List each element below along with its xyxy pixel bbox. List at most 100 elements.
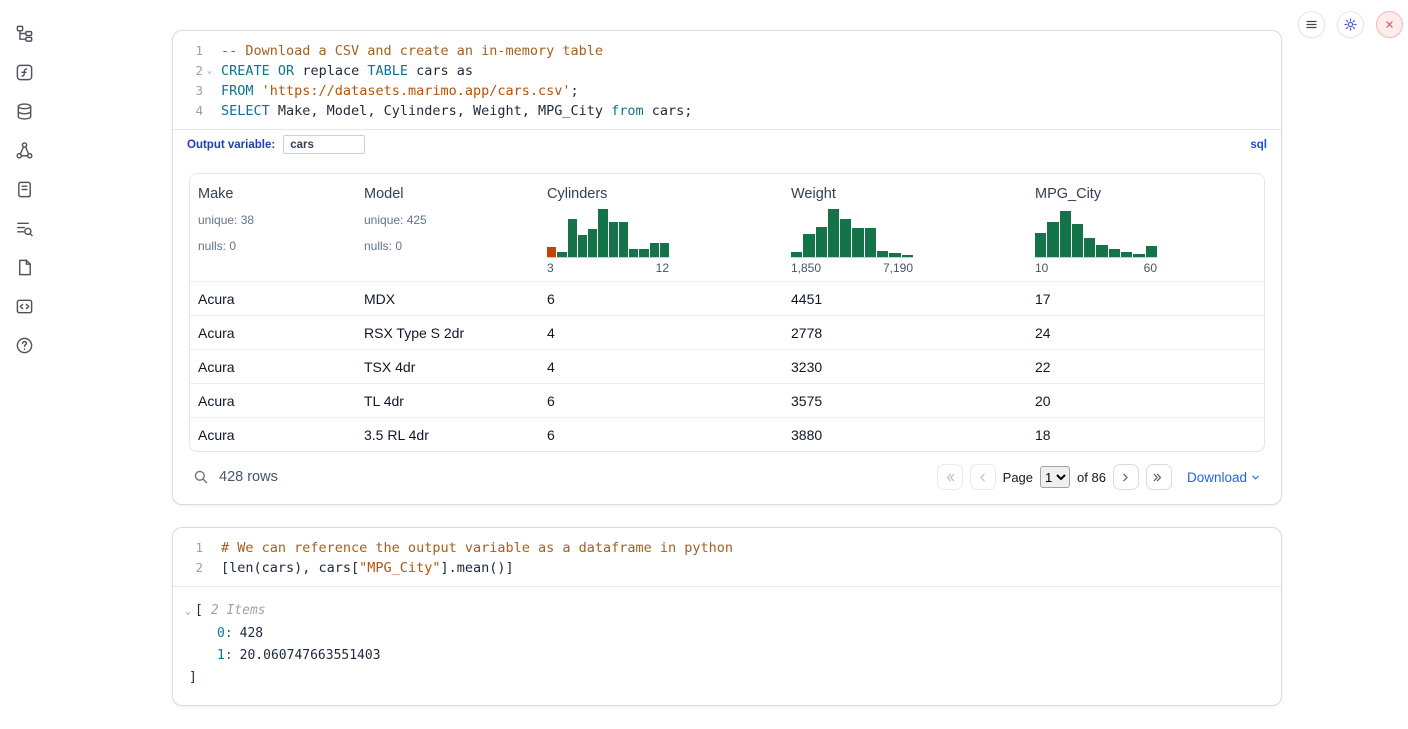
table-row[interactable]: Acura3.5 RL 4dr6388018 bbox=[190, 417, 1264, 451]
table-cell: 20 bbox=[1027, 384, 1264, 417]
column-stat: nulls: 0 bbox=[364, 238, 531, 254]
table-cell: 4 bbox=[539, 316, 783, 349]
logs-icon[interactable] bbox=[13, 217, 35, 239]
entry-value: 20.060747663551403 bbox=[240, 645, 381, 667]
histogram-bar[interactable] bbox=[1035, 233, 1046, 257]
table-row[interactable]: AcuraMDX6445117 bbox=[190, 281, 1264, 315]
code-line: 2⌄CREATE OR replace TABLE cars as bbox=[175, 61, 1271, 81]
histogram-bar[interactable] bbox=[588, 229, 597, 257]
column-header-model[interactable]: Modelunique: 425nulls: 0 bbox=[356, 174, 539, 281]
collapse-chevron-icon[interactable]: ⌄ bbox=[181, 601, 195, 623]
column-header-make[interactable]: Makeunique: 38nulls: 0 bbox=[190, 174, 356, 281]
column-header-weight[interactable]: Weight1,8507,190 bbox=[783, 174, 1027, 281]
histogram-bar[interactable] bbox=[619, 222, 628, 257]
scratchpad-icon[interactable] bbox=[13, 178, 35, 200]
functions-icon[interactable] bbox=[13, 61, 35, 83]
database-icon[interactable] bbox=[13, 100, 35, 122]
hamburger-icon bbox=[1304, 17, 1319, 32]
table-cell: 3.5 RL 4dr bbox=[356, 418, 539, 451]
open-bracket: [ bbox=[195, 600, 203, 622]
snippets-icon[interactable] bbox=[13, 295, 35, 317]
histogram-bar[interactable] bbox=[568, 219, 577, 257]
search-icon[interactable] bbox=[193, 469, 209, 485]
output-variable-input[interactable] bbox=[283, 135, 365, 154]
download-button[interactable]: Download bbox=[1187, 470, 1261, 485]
column-stat: nulls: 0 bbox=[198, 238, 348, 254]
first-page-button[interactable] bbox=[937, 464, 963, 490]
previous-page-button[interactable] bbox=[970, 464, 996, 490]
histogram-bar[interactable] bbox=[639, 249, 648, 257]
histogram-axis-labels: 1060 bbox=[1035, 261, 1157, 275]
histogram-bar[interactable] bbox=[1047, 222, 1058, 257]
table-cell: 4451 bbox=[783, 282, 1027, 315]
histogram-bar[interactable] bbox=[1109, 249, 1120, 257]
chevron-left-icon bbox=[976, 471, 989, 484]
histogram-bar[interactable] bbox=[1133, 254, 1144, 257]
column-stat: unique: 38 bbox=[198, 212, 348, 228]
close-bracket: ] bbox=[181, 667, 1265, 689]
entry-key: 1: bbox=[217, 645, 240, 667]
help-icon[interactable] bbox=[13, 334, 35, 356]
gear-icon bbox=[1343, 17, 1358, 32]
menu-button[interactable] bbox=[1298, 11, 1325, 38]
close-button[interactable] bbox=[1376, 11, 1403, 38]
histogram-bar[interactable] bbox=[557, 252, 566, 257]
histogram-bar[interactable] bbox=[816, 227, 827, 257]
histogram-bar[interactable] bbox=[578, 235, 587, 257]
page-select[interactable]: 1 bbox=[1040, 466, 1070, 488]
axis-min-label: 1,850 bbox=[791, 261, 821, 275]
axis-min-label: 10 bbox=[1035, 261, 1048, 275]
settings-button[interactable] bbox=[1337, 11, 1364, 38]
file-tree-icon[interactable] bbox=[13, 22, 35, 44]
code-text: SELECT Make, Model, Cylinders, Weight, M… bbox=[216, 101, 692, 121]
histogram-bar[interactable] bbox=[629, 249, 638, 257]
histogram-bar[interactable] bbox=[852, 228, 863, 257]
dependency-graph-icon[interactable] bbox=[13, 139, 35, 161]
column-histogram: 1060 bbox=[1035, 210, 1157, 275]
table-cell: 18 bbox=[1027, 418, 1264, 451]
column-header-mpg_city[interactable]: MPG_City1060 bbox=[1027, 174, 1264, 281]
table-row[interactable]: AcuraTL 4dr6357520 bbox=[190, 383, 1264, 417]
notebook: 1-- Download a CSV and create an in-memo… bbox=[172, 30, 1282, 728]
last-page-button[interactable] bbox=[1146, 464, 1172, 490]
python-code-editor[interactable]: 1# We can reference the output variable … bbox=[173, 528, 1281, 586]
fold-chevron-icon[interactable]: ⌄ bbox=[203, 61, 216, 81]
histogram-bar[interactable] bbox=[877, 251, 888, 257]
histogram-bar[interactable] bbox=[650, 243, 659, 257]
histogram-bar[interactable] bbox=[889, 253, 900, 257]
line-number: 1 bbox=[175, 538, 203, 558]
histogram-bar[interactable] bbox=[803, 234, 814, 257]
histogram-bar[interactable] bbox=[1084, 238, 1095, 257]
histogram-bar[interactable] bbox=[1072, 224, 1083, 257]
histogram-bar[interactable] bbox=[865, 228, 876, 257]
table-cell: 3230 bbox=[783, 350, 1027, 383]
documentation-icon[interactable] bbox=[13, 256, 35, 278]
column-header-cylinders[interactable]: Cylinders312 bbox=[539, 174, 783, 281]
histogram-bar[interactable] bbox=[840, 219, 851, 257]
table-cell: TL 4dr bbox=[356, 384, 539, 417]
histogram-bars bbox=[791, 210, 913, 258]
histogram-bar[interactable] bbox=[1146, 246, 1157, 257]
histogram-bar[interactable] bbox=[828, 209, 839, 257]
language-badge: sql bbox=[1250, 139, 1267, 151]
table-row[interactable]: AcuraTSX 4dr4323022 bbox=[190, 349, 1264, 383]
sql-code-editor[interactable]: 1-- Download a CSV and create an in-memo… bbox=[173, 31, 1281, 129]
table-cell: 6 bbox=[539, 418, 783, 451]
table-row[interactable]: AcuraRSX Type S 2dr4277824 bbox=[190, 315, 1264, 349]
table-cell: RSX Type S 2dr bbox=[356, 316, 539, 349]
histogram-bar[interactable] bbox=[791, 252, 802, 257]
histogram-bar[interactable] bbox=[547, 247, 556, 257]
chevron-down-icon bbox=[1250, 472, 1261, 483]
histogram-bar[interactable] bbox=[1096, 245, 1107, 257]
histogram-bar[interactable] bbox=[609, 222, 618, 257]
close-icon bbox=[1382, 17, 1397, 32]
output-entry: 0: 428 bbox=[181, 623, 1265, 645]
output-variable-row: Output variable: sql bbox=[173, 129, 1281, 159]
fold-chevron-icon bbox=[203, 101, 216, 121]
histogram-bar[interactable] bbox=[598, 209, 607, 257]
histogram-bar[interactable] bbox=[1121, 252, 1132, 257]
histogram-bar[interactable] bbox=[1060, 211, 1071, 257]
histogram-bar[interactable] bbox=[660, 243, 669, 257]
histogram-bar[interactable] bbox=[902, 255, 913, 257]
next-page-button[interactable] bbox=[1113, 464, 1139, 490]
